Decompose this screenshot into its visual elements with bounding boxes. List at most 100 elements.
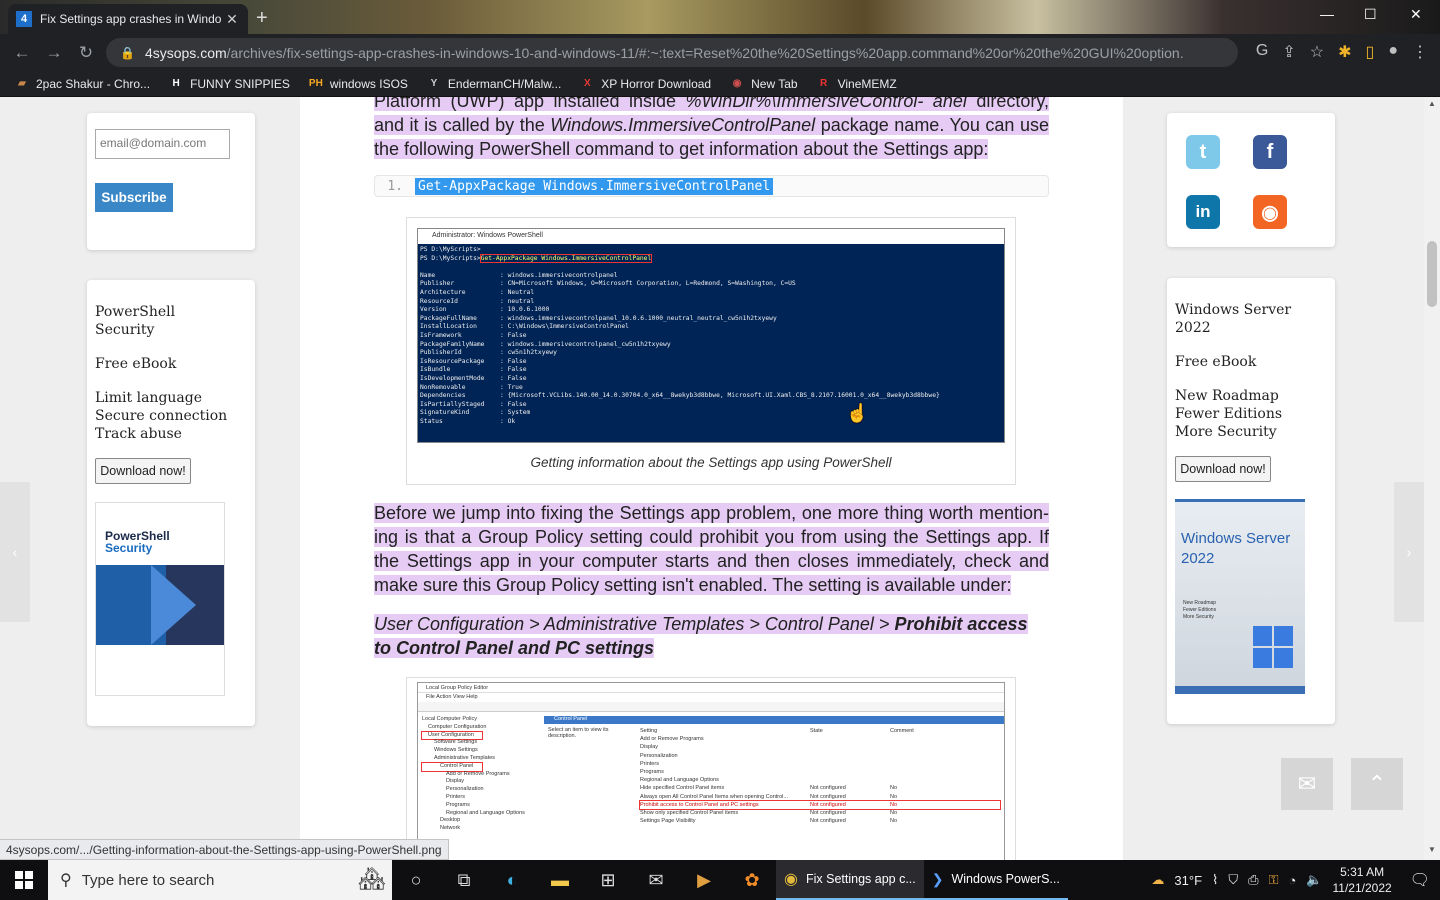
minimize-button[interactable]: — [1320, 6, 1334, 22]
task-view-icon[interactable]: ⧉ [440, 860, 488, 900]
powershell-book-cover[interactable]: PowerShell Security [95, 502, 225, 696]
google-icon[interactable]: G [1256, 42, 1268, 62]
gp-tree-item[interactable]: Control Panel [421, 761, 483, 772]
gp-setting-row[interactable]: Hide specified Control Panel items Not co… [640, 784, 1000, 792]
address-bar[interactable]: 🔒 4sysops.com/archives/fix-settings-app-… [106, 38, 1238, 67]
bookmark-item[interactable]: H FUNNY SNIPPIES [168, 77, 289, 91]
gp-setting-row[interactable]: Add or Remove Programs [640, 735, 1000, 743]
start-button[interactable] [0, 860, 48, 900]
gp-setting-row[interactable]: Settings Page Visibility Not configured No [640, 817, 1000, 825]
edge-icon[interactable]: ◐ [488, 860, 536, 900]
bookmark-item[interactable]: X XP Horror Download [579, 77, 711, 91]
tray-wifi-icon[interactable]: ◔ [1288, 873, 1296, 888]
powershell-taskbar-button[interactable]: ❯ Windows PowerS... [923, 860, 1068, 900]
gp-tree-item[interactable]: User Configuration [421, 730, 483, 741]
menu-kebab-icon[interactable]: ⋮ [1412, 42, 1428, 62]
email-float-button[interactable]: ✉ [1281, 758, 1333, 810]
weather-temp[interactable]: 31°F [1174, 873, 1202, 888]
notifications-icon[interactable]: 🗨 [1410, 870, 1430, 890]
forward-button[interactable]: → [38, 43, 70, 63]
extensions-icon[interactable]: ✱ [1338, 42, 1351, 62]
share-icon[interactable]: ⇪ [1282, 42, 1295, 62]
weather-icon[interactable]: ☁ [1151, 872, 1164, 888]
page-scrollbar[interactable]: ▲ ▼ [1424, 97, 1440, 860]
scrollbar-thumb[interactable] [1427, 241, 1437, 307]
twitter-icon[interactable]: t [1186, 135, 1220, 169]
bookmark-item[interactable]: R VineMEMZ [816, 77, 897, 91]
gp-setting-row[interactable]: Personalization [640, 752, 1000, 760]
prev-article-arrow[interactable]: ‹ [0, 482, 30, 622]
mail-icon[interactable]: ✉ [632, 860, 680, 900]
group-policy-screenshot-image[interactable]: Local Group Policy Editor File Action Vi… [417, 682, 1005, 860]
taskbar-clock[interactable]: 5:31 AM 11/21/2022 [1333, 864, 1392, 896]
code-line-number: 1. [387, 178, 403, 194]
gp-tree-item[interactable]: Desktop [422, 817, 540, 825]
tray-network-icon[interactable]: ⌇ [1212, 872, 1218, 888]
gp-setting-row[interactable]: Programs [640, 768, 1000, 776]
ps-property-row: Version: 10.0.6.1000 [420, 306, 550, 314]
gp-tree-item[interactable]: Computer Configuration [422, 724, 540, 732]
gp-tree-item[interactable]: Personalization [422, 786, 540, 794]
cortana-icon[interactable]: ○ [392, 860, 440, 900]
bookmark-star-icon[interactable]: ☆ [1310, 42, 1324, 62]
gp-setting-row[interactable]: Show only specified Control Panel items N… [640, 809, 1000, 817]
gp-tree-item[interactable]: Regional and Language Options [422, 810, 540, 818]
tray-volume-icon[interactable]: 🔈 [1306, 872, 1322, 888]
gp-tree-item[interactable]: Programs [422, 802, 540, 810]
tray-shield-icon[interactable]: ⛉ [1228, 872, 1238, 888]
gp-tree-item[interactable]: Administrative Templates [422, 755, 540, 763]
code-text[interactable]: Get-AppxPackage Windows.ImmersiveControl… [415, 177, 774, 195]
download-now-button[interactable]: Download now! [1175, 456, 1271, 482]
ad-line: More Security [1175, 424, 1277, 440]
gp-tree-item[interactable]: Windows Settings [422, 747, 540, 755]
close-window-button[interactable]: ✕ [1410, 6, 1422, 23]
bookmark-item[interactable]: Y EndermanCH/Malw... [426, 77, 562, 91]
powershell-screenshot-image[interactable]: Administrator: Windows PowerShell PS D:\… [417, 228, 1005, 443]
side-panel-icon[interactable]: ▯ [1366, 42, 1375, 62]
next-article-arrow[interactable]: › [1394, 482, 1424, 622]
scroll-up-arrow-icon[interactable]: ▲ [1428, 99, 1436, 108]
tray-usb-icon[interactable]: ⎙ [1248, 872, 1258, 888]
email-input[interactable]: email@domain.com [95, 129, 230, 159]
store-icon[interactable]: ⊞ [584, 860, 632, 900]
windows-server-book-cover[interactable]: Windows Server 2022 New Roadmap Fewer Ed… [1175, 499, 1305, 694]
gp-setting-row[interactable]: Regional and Language Options [640, 776, 1000, 784]
h-icon: H [172, 78, 180, 89]
bookmark-item[interactable]: ◉ New Tab [729, 77, 798, 91]
search-icon: ⚲ [60, 872, 72, 889]
subscribe-button[interactable]: Subscribe [95, 183, 173, 212]
file-explorer-icon[interactable]: ▬ [536, 860, 584, 900]
linkedin-icon[interactable]: in [1186, 195, 1220, 229]
gp-setting-row[interactable]: Printers [640, 760, 1000, 768]
gp-tree-item[interactable]: Display [422, 778, 540, 786]
profile-avatar-icon[interactable]: ● [1388, 42, 1398, 62]
gp-tree-item[interactable]: Local Computer Policy [422, 716, 540, 724]
gp-tree-item[interactable]: Network [422, 825, 540, 833]
new-tab-button[interactable]: + [256, 7, 268, 30]
scroll-down-arrow-icon[interactable]: ▼ [1428, 845, 1436, 854]
gp-setting-row[interactable]: Display [640, 743, 1000, 751]
download-now-button[interactable]: Download now! [95, 458, 191, 484]
r-icon: R [819, 78, 828, 89]
ph-icon: PH [308, 78, 323, 89]
orange-app-icon[interactable]: ✿ [728, 860, 776, 900]
tab-close-icon[interactable]: ✕ [224, 11, 240, 28]
gp-tree-item[interactable]: Add or Remove Programs [422, 771, 540, 779]
reload-button[interactable]: ↻ [70, 43, 102, 63]
taskbar-search-box[interactable]: ⚲ Type here to search 🏘 [48, 860, 392, 900]
media-player-icon[interactable]: ▶ [680, 860, 728, 900]
gp-tree-item[interactable]: Printers [422, 794, 540, 802]
gp-tree-item[interactable]: Software Settings [422, 739, 540, 747]
scroll-to-top-button[interactable]: ⌃ [1351, 758, 1403, 810]
chrome-taskbar-button[interactable]: ◉ Fix Settings app c... [776, 860, 924, 900]
maximize-button[interactable]: ☐ [1364, 6, 1377, 23]
rss-icon[interactable]: ◉ [1253, 195, 1287, 229]
gp-setting-row[interactable]: Always open All Control Panel Items when… [640, 793, 1000, 801]
bookmark-item[interactable]: PH windows ISOS [308, 77, 408, 91]
back-button[interactable]: ← [6, 43, 38, 63]
facebook-icon[interactable]: f [1253, 135, 1287, 169]
tray-key-icon[interactable]: ⚿ [1269, 872, 1279, 888]
bookmark-item[interactable]: ▰ 2pac Shakur - Chro... [14, 77, 150, 91]
browser-tab-active[interactable]: 4 Fix Settings app crashes in Windo ✕ [8, 4, 248, 34]
gp-setting-row[interactable]: Prohibit access to Control Panel and PC … [639, 799, 1001, 811]
